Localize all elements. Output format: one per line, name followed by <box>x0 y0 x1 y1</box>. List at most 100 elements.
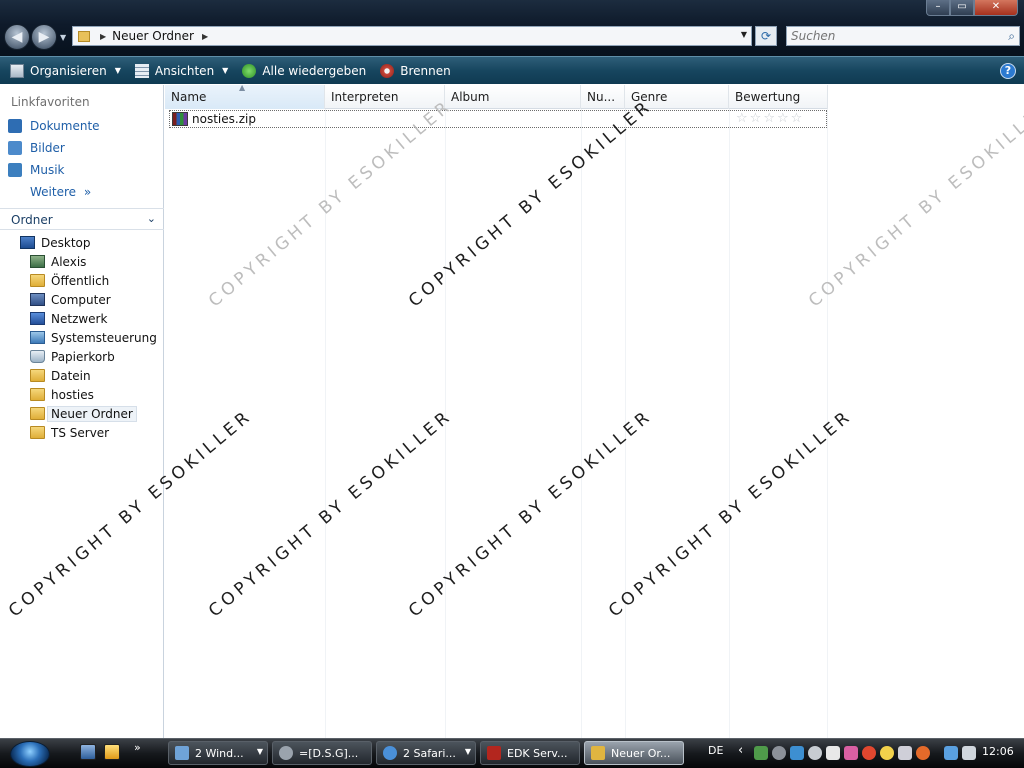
burn-button[interactable]: Brennen <box>380 63 451 78</box>
tree-item-public[interactable]: Öffentlich <box>0 271 164 290</box>
quicklaunch-overflow-icon[interactable]: » <box>134 741 141 754</box>
user-folder-icon <box>30 255 45 268</box>
column-header-name[interactable]: ▲ Name <box>165 83 325 109</box>
taskbar-button-windows-explorer[interactable]: 2 Wind... ▼ <box>168 741 268 765</box>
folder-icon <box>30 426 45 439</box>
tray-moon-icon[interactable] <box>880 746 894 760</box>
search-box[interactable]: ⌕ <box>786 26 1020 46</box>
music-icon <box>8 163 22 177</box>
language-indicator[interactable]: DE <box>708 744 723 757</box>
tree-item-desktop[interactable]: Desktop <box>0 233 164 252</box>
taskbar-button-label: EDK Serv... <box>507 747 568 760</box>
minimize-button[interactable]: – <box>926 0 950 16</box>
column-header-rating[interactable]: Bewertung <box>729 85 828 109</box>
tray-network-icon[interactable] <box>754 746 768 760</box>
play-all-button[interactable]: Alle wiedergeben <box>242 63 367 78</box>
chevron-down-icon: ▼ <box>464 747 471 756</box>
desktop-icon <box>20 236 35 249</box>
back-button[interactable]: ◀ <box>4 24 30 50</box>
views-icon <box>134 63 149 78</box>
maximize-button[interactable]: ▭ <box>950 0 974 16</box>
tray-xfire-icon[interactable] <box>826 746 840 760</box>
favorites-header: Linkfavoriten <box>11 95 90 109</box>
tree-item-ts-server[interactable]: TS Server <box>0 423 164 442</box>
close-button[interactable]: ✕ <box>974 0 1018 16</box>
favorite-pictures[interactable]: Bilder <box>0 137 163 159</box>
favorite-documents[interactable]: Dokumente <box>0 115 163 137</box>
more-favorites-link[interactable]: Weitere » <box>0 181 163 203</box>
breadcrumb-arrow[interactable]: ▶ <box>202 32 208 41</box>
tray-disk-icon[interactable] <box>808 746 822 760</box>
tray-app-icon[interactable] <box>844 746 858 760</box>
tree-item-control-panel[interactable]: Systemsteuerung <box>0 328 164 347</box>
tree-item-hosties[interactable]: hosties <box>0 385 164 404</box>
tree-item-label: Öffentlich <box>51 273 110 288</box>
more-label: Weitere <box>30 185 77 199</box>
tray-browser-icon[interactable] <box>862 746 876 760</box>
address-dropdown-icon[interactable]: ▼ <box>741 30 747 39</box>
views-button[interactable]: Ansichten ▼ <box>134 63 228 78</box>
column-label: Nu... <box>587 90 616 104</box>
favorite-music[interactable]: Musik <box>0 159 163 181</box>
tree-item-neuer-ordner[interactable]: Neuer Ordner <box>0 404 164 423</box>
taskbar-clock[interactable]: 12:06 <box>982 745 1014 758</box>
show-desktop-icon[interactable] <box>80 744 96 760</box>
tree-item-computer[interactable]: Computer <box>0 290 164 309</box>
tray-messenger-icon[interactable] <box>790 746 804 760</box>
tree-item-alexis[interactable]: Alexis <box>0 252 164 271</box>
star-icon[interactable]: ☆ <box>791 112 803 126</box>
safari-icon <box>383 746 397 760</box>
documents-icon <box>8 119 22 133</box>
tray-itunes-icon[interactable] <box>898 746 912 760</box>
rating-stars[interactable]: ☆ ☆ ☆ ☆ ☆ <box>736 112 802 126</box>
start-orb-icon[interactable] <box>10 741 50 767</box>
taskbar-button-safari[interactable]: 2 Safari... ▼ <box>376 741 476 765</box>
command-bar: Organisieren ▼ Ansichten ▼ Alle wiederge… <box>0 56 1024 84</box>
tree-item-network[interactable]: Netzwerk <box>0 309 164 328</box>
star-icon[interactable]: ☆ <box>736 112 748 126</box>
breadcrumb-current[interactable]: Neuer Ordner <box>112 29 194 43</box>
help-icon[interactable]: ? <box>1000 63 1016 79</box>
breadcrumb-separator[interactable]: ▶ <box>100 32 106 41</box>
tray-steam-icon[interactable] <box>772 746 786 760</box>
tray-expand-icon[interactable]: ‹ <box>738 743 743 758</box>
star-icon[interactable]: ☆ <box>750 112 762 126</box>
column-header-album[interactable]: Album <box>445 85 581 109</box>
taskbar-button-neuer-ordner[interactable]: Neuer Or... <box>584 741 684 765</box>
column-label: Bewertung <box>735 90 801 104</box>
taskbar-button-steam[interactable]: =[D.S.G]... <box>272 741 372 765</box>
refresh-button[interactable]: ⟳ <box>755 26 777 46</box>
computer-icon <box>30 293 45 306</box>
favorite-label: Musik <box>30 163 65 177</box>
tray-antivirus-icon[interactable] <box>916 746 930 760</box>
column-label: Genre <box>631 90 668 104</box>
forward-button[interactable]: ▶ <box>31 24 57 50</box>
folder-icon <box>591 746 605 760</box>
play-all-label: Alle wiedergeben <box>262 63 367 78</box>
filezilla-icon <box>487 746 501 760</box>
column-header-artists[interactable]: Interpreten <box>325 85 445 109</box>
column-label: Album <box>451 90 490 104</box>
search-input[interactable] <box>787 27 987 45</box>
star-icon[interactable]: ☆ <box>777 112 789 126</box>
address-bar[interactable]: ▶ Neuer Ordner ▶ ▼ <box>72 26 752 46</box>
pictures-icon <box>8 141 22 155</box>
taskbar-button-filezilla[interactable]: EDK Serv... <box>480 741 580 765</box>
star-icon[interactable]: ☆ <box>763 112 775 126</box>
tree-item-label: Netzwerk <box>51 311 108 326</box>
burn-disc-icon <box>380 63 395 78</box>
tray-volume-icon[interactable] <box>962 746 976 760</box>
taskbar-button-label: Neuer Or... <box>611 747 671 760</box>
file-row[interactable]: nosties.zip ☆ ☆ ☆ ☆ ☆ <box>169 110 827 128</box>
media-player-icon[interactable] <box>104 744 120 760</box>
search-icon[interactable]: ⌕ <box>1008 29 1015 44</box>
organize-button[interactable]: Organisieren ▼ <box>10 63 121 78</box>
tree-item-datein[interactable]: Datein <box>0 366 164 385</box>
column-header-number[interactable]: Nu... <box>581 85 625 109</box>
tree-item-recycle-bin[interactable]: Papierkorb <box>0 347 164 366</box>
folders-header[interactable]: Ordner ⌄ <box>0 208 164 230</box>
file-list-pane: ▲ Name Interpreten Album Nu... Genre Bew… <box>165 83 1024 738</box>
recent-pages-dropdown[interactable]: ▼ <box>60 33 66 42</box>
column-header-genre[interactable]: Genre <box>625 85 729 109</box>
tray-network-status-icon[interactable] <box>944 746 958 760</box>
